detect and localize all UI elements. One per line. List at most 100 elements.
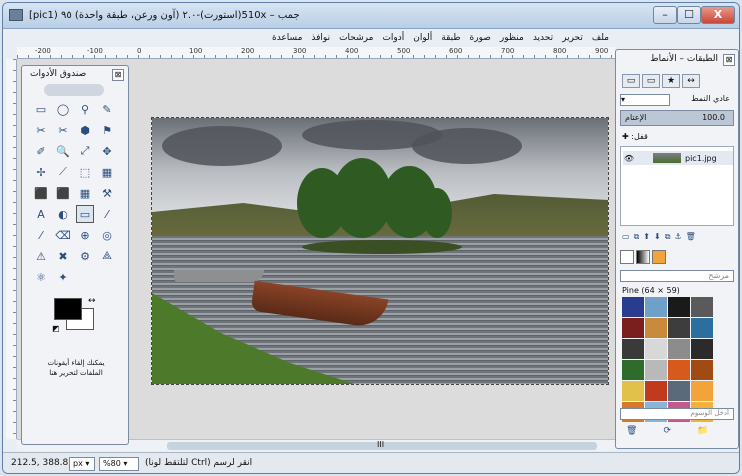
layer-action-icon[interactable]: ⧉ (634, 232, 640, 242)
pattern-swatch[interactable] (691, 318, 713, 338)
lock-row[interactable]: قفل: ✚ (622, 132, 648, 141)
brush-tags-input[interactable]: أدخل الوسوم (620, 408, 734, 420)
pattern-swatch[interactable] (622, 297, 644, 317)
layer-action-icon[interactable]: ⧉ (665, 232, 671, 242)
menu-select[interactable]: تحديد (533, 33, 553, 43)
mode-select[interactable]: ▾ (620, 94, 670, 106)
pattern-swatch[interactable] (691, 297, 713, 317)
unit-select[interactable]: px ▾ (69, 457, 95, 471)
tool-icon[interactable]: ⚑ (98, 121, 116, 139)
zoom-select[interactable]: %80 ▾ (99, 457, 139, 471)
pattern-swatch[interactable] (668, 297, 690, 317)
open-folder-icon[interactable]: 📁 (697, 426, 708, 436)
tool-icon[interactable]: ⤢ (76, 142, 94, 160)
tool-icon[interactable]: ⌫ (54, 226, 72, 244)
menu-filters[interactable]: مرشحات (339, 33, 373, 43)
tool-icon[interactable]: ⟁ (98, 247, 116, 265)
menu-windows[interactable]: نوافذ (311, 33, 330, 43)
menu-file[interactable]: ملف (592, 33, 609, 43)
tool-icon[interactable]: ✥ (98, 142, 116, 160)
wilber-drop-area[interactable] (44, 84, 104, 96)
delete-icon[interactable]: 🗑 (626, 426, 637, 436)
opacity-slider[interactable]: الإعتام 100.0 (620, 110, 734, 126)
pattern-swatch[interactable] (645, 339, 667, 359)
dock-close-icon[interactable]: ⊠ (723, 54, 735, 66)
tool-icon[interactable]: ⟋ (54, 163, 72, 181)
tool-icon[interactable]: ⊕ (76, 226, 94, 244)
tool-icon[interactable]: ⚛ (32, 268, 50, 286)
pattern-swatch[interactable] (622, 360, 644, 380)
tab-gradients[interactable] (636, 250, 650, 264)
layer-action-icon[interactable]: ⚓ (674, 232, 681, 242)
tab-layers[interactable]: ▭ (622, 74, 640, 88)
tool-icon[interactable]: ▭ (32, 100, 50, 118)
tool-icon[interactable]: ⚲ (76, 100, 94, 118)
swap-colors-icon[interactable]: ↔ (88, 296, 96, 306)
tool-icon[interactable]: ◎ (98, 226, 116, 244)
tool-icon[interactable]: ⁄ (98, 205, 116, 223)
tool-icon[interactable]: 🔍 (54, 142, 72, 160)
pattern-swatch[interactable] (622, 381, 644, 401)
tab-brushes[interactable] (620, 250, 634, 264)
tool-icon[interactable]: ⬢ (76, 121, 94, 139)
maximize-button[interactable]: ☐ (677, 6, 701, 24)
pattern-swatch[interactable] (691, 339, 713, 359)
layer-action-icon[interactable]: ▭ (622, 232, 630, 242)
tool-icon[interactable]: ▦ (98, 163, 116, 181)
layer-action-icon[interactable]: 🗑 (686, 232, 696, 242)
pattern-swatch[interactable] (668, 360, 690, 380)
close-button[interactable]: X (701, 6, 735, 24)
minimize-button[interactable]: – (653, 6, 677, 24)
pattern-swatch[interactable] (645, 318, 667, 338)
layer-action-icon[interactable]: ⬆ (643, 232, 650, 242)
pattern-swatch[interactable] (691, 360, 713, 380)
foreground-color-swatch[interactable] (54, 298, 82, 320)
menu-view[interactable]: منظور (500, 33, 524, 43)
tool-icon[interactable]: ✂ (32, 121, 50, 139)
vertical-ruler[interactable] (6, 59, 17, 439)
tool-icon[interactable]: ⚠ (32, 247, 50, 265)
tool-icon[interactable]: ⬛ (54, 184, 72, 202)
toolbox-close-icon[interactable]: ⊠ (112, 69, 124, 81)
tab-channels[interactable]: ▭ (642, 74, 660, 88)
tool-icon[interactable]: A (32, 205, 50, 223)
tool-icon[interactable]: ✎ (98, 100, 116, 118)
menu-colors[interactable]: ألوان (413, 33, 432, 43)
tool-icon[interactable]: ⚙ (76, 247, 94, 265)
brush-filter-input[interactable]: مرشح (620, 270, 734, 282)
pattern-swatch[interactable] (668, 381, 690, 401)
eye-icon[interactable]: 👁 (623, 154, 635, 163)
tool-icon[interactable]: ✐ (32, 142, 50, 160)
tool-icon[interactable]: ▦ (76, 184, 94, 202)
layer-row[interactable]: 👁 pic1.jpg (623, 151, 733, 165)
tool-icon[interactable]: ✂ (54, 121, 72, 139)
tool-icon[interactable]: ◯ (54, 100, 72, 118)
menu-help[interactable]: مساعدة (272, 33, 302, 43)
tool-icon[interactable]: ⬛ (32, 184, 50, 202)
tab-patterns[interactable] (652, 250, 666, 264)
reset-colors-icon[interactable]: ◩ (52, 324, 60, 333)
tool-icon[interactable]: ✖ (54, 247, 72, 265)
tab-undo[interactable]: ↔ (682, 74, 700, 88)
refresh-icon[interactable]: ⟳ (663, 426, 671, 436)
pattern-swatch[interactable] (691, 381, 713, 401)
pattern-swatch[interactable] (622, 318, 644, 338)
pattern-swatch[interactable] (645, 297, 667, 317)
pattern-swatch[interactable] (668, 339, 690, 359)
tool-icon[interactable]: ⬚ (76, 163, 94, 181)
layer-action-icon[interactable]: ⬇ (654, 232, 661, 242)
pattern-swatch[interactable] (622, 339, 644, 359)
tool-icon[interactable]: ▭ (76, 205, 94, 223)
menu-image[interactable]: صورة (470, 33, 491, 43)
tool-icon[interactable]: ✢ (32, 163, 50, 181)
tool-icon[interactable]: ⚒ (98, 184, 116, 202)
menu-edit[interactable]: تحرير (562, 33, 583, 43)
tab-paths[interactable]: ★ (662, 74, 680, 88)
pattern-swatch[interactable] (668, 318, 690, 338)
image-canvas[interactable] (151, 117, 609, 385)
tool-icon[interactable]: ◐ (54, 205, 72, 223)
tool-icon[interactable]: ✦ (54, 268, 72, 286)
horizontal-ruler[interactable]: -200 -100 0 100 200 300 400 500 600 700 … (17, 47, 615, 59)
menu-tools[interactable]: أدوات (382, 33, 404, 43)
tool-icon[interactable]: ⁄ (32, 226, 50, 244)
